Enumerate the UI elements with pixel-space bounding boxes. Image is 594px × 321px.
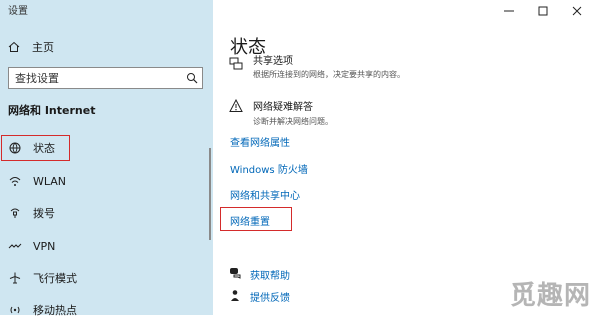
network-reset-link[interactable]: 网络重置: [230, 213, 270, 228]
minimize-icon: [504, 1, 514, 20]
windows-firewall-link[interactable]: Windows 防火墙: [230, 161, 308, 176]
network-sharing-center-link[interactable]: 网络和共享中心: [230, 187, 300, 202]
troubleshooter-title: 网络疑难解答: [253, 102, 313, 113]
get-help-link[interactable]: 获取帮助: [229, 265, 290, 284]
sidebar-item-label: VPN: [33, 239, 56, 253]
hotspot-icon: [7, 302, 23, 318]
sidebar-item-label: 飞行模式: [33, 272, 77, 285]
scrollbar[interactable]: [209, 148, 211, 240]
troubleshooter-desc: 诊断并解决网络问题。: [253, 117, 333, 126]
network-troubleshooter[interactable]: 网络疑难解答 诊断并解决网络问题。: [229, 98, 333, 127]
search-box[interactable]: [8, 67, 203, 89]
search-input[interactable]: [9, 71, 182, 85]
sharing-icon: [229, 56, 243, 80]
airplane-icon: [7, 270, 23, 286]
main-content: 状态 共享选项 根据所连接到的网络，决定要共享的内容。 网络疑难解答 诊断并解决…: [213, 0, 594, 315]
sidebar-item-label: WLAN: [33, 174, 67, 188]
sidebar-item-hotspot[interactable]: 移动热点: [4, 299, 209, 321]
dialup-icon: [7, 205, 23, 221]
home-icon: [8, 38, 20, 57]
maximize-button[interactable]: [526, 0, 560, 20]
globe-status-icon: [7, 140, 23, 156]
feedback-person-icon: [229, 287, 242, 306]
sidebar-item-vpn[interactable]: VPN: [4, 235, 209, 257]
section-title: 网络和 Internet: [8, 104, 96, 117]
sidebar-item-wlan[interactable]: WLAN: [4, 170, 209, 192]
sidebar: 设置 主页 网络和 Internet 状态 WLAN 拨号: [0, 0, 213, 317]
home-label: 主页: [32, 41, 54, 54]
minimize-button[interactable]: [492, 0, 526, 20]
wifi-icon: [7, 173, 23, 189]
feedback-link[interactable]: 提供反馈: [229, 287, 290, 306]
view-network-properties-link[interactable]: 查看网络属性: [230, 134, 290, 149]
get-help-label: 获取帮助: [250, 271, 290, 282]
window-controls: [492, 0, 594, 20]
maximize-icon: [538, 1, 548, 20]
sidebar-item-status[interactable]: 状态: [4, 137, 209, 159]
close-button[interactable]: [560, 0, 594, 20]
warning-icon: [229, 98, 243, 127]
sidebar-item-label: 状态: [33, 142, 55, 155]
sharing-options-title: 共享选项: [253, 56, 293, 67]
sidebar-item-dialup[interactable]: 拨号: [4, 202, 209, 224]
chat-help-icon: [229, 265, 242, 284]
sharing-options-desc: 根据所连接到的网络，决定要共享的内容。: [253, 70, 405, 79]
home-nav-item[interactable]: 主页: [8, 38, 54, 56]
watermark: 觅趣网: [510, 281, 592, 311]
feedback-label: 提供反馈: [250, 293, 290, 304]
sidebar-item-airplane[interactable]: 飞行模式: [4, 267, 209, 289]
close-icon: [572, 1, 582, 20]
sidebar-item-label: 拨号: [33, 207, 55, 220]
search-icon[interactable]: [182, 68, 202, 88]
sidebar-item-label: 移动热点: [33, 304, 77, 317]
sharing-options[interactable]: 共享选项 根据所连接到的网络，决定要共享的内容。: [229, 56, 405, 80]
vpn-icon: [7, 238, 23, 254]
app-title: 设置: [8, 6, 28, 17]
